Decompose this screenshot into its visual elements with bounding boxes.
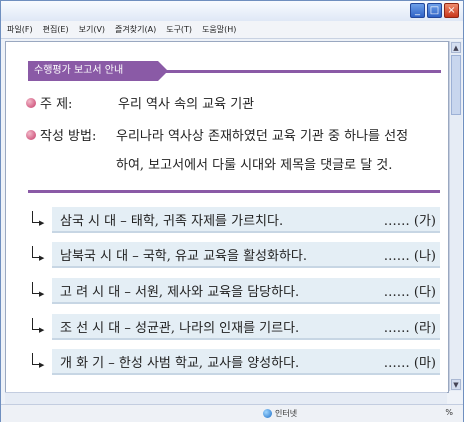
vertical-scrollbar[interactable]: ▲ ▼	[449, 41, 462, 391]
era-row: 삼국 시 대 – 태학, 귀족 자제를 가르치다. …… (가)	[52, 207, 440, 233]
globe-icon	[263, 409, 272, 418]
arrow-icon: ▶	[30, 282, 44, 298]
scroll-down-icon[interactable]: ▼	[451, 379, 461, 390]
era-tag: …… (마)	[383, 355, 436, 371]
era-row: 고 려 시 대 – 서원, 제사와 교육을 담당하다. …… (다)	[52, 278, 440, 304]
section-divider	[28, 190, 440, 193]
era-text: 남북국 시 대 – 국학, 유교 교육을 활성화하다.	[60, 248, 308, 264]
list-item: ▶ 남북국 시 대 – 국학, 유교 교육을 활성화하다. …… (나)	[30, 242, 442, 270]
scroll-thumb[interactable]	[451, 55, 461, 115]
era-text: 조 선 시 대 – 성균관, 나라의 인재를 기르다.	[60, 320, 300, 336]
era-row: 개 화 기 – 한성 사범 학교, 교사를 양성하다. …… (마)	[52, 349, 440, 375]
page-content: 수행평가 보고서 안내 주 제: 우리 역사 속의 교육 기관 작성 방법: 우…	[5, 41, 449, 393]
menu-file[interactable]: 파일(F)	[7, 24, 33, 35]
status-zone-text: 인터넷	[275, 409, 298, 418]
subject-bullet-icon	[26, 98, 36, 108]
method-bullet-icon	[26, 130, 36, 140]
zoom-control[interactable]: %	[445, 408, 453, 417]
era-tag: …… (다)	[383, 284, 436, 300]
era-row: 남북국 시 대 – 국학, 유교 교육을 활성화하다. …… (나)	[52, 242, 440, 268]
era-tag: …… (나)	[383, 248, 436, 264]
era-tag: …… (가)	[383, 213, 436, 229]
title-bar: _ □ ×	[1, 1, 463, 21]
list-item: ▶ 고 려 시 대 – 서원, 제사와 교육을 담당하다. …… (다)	[30, 278, 442, 306]
arrow-icon: ▶	[30, 246, 44, 262]
list-item: ▶ 개 화 기 – 한성 사범 학교, 교사를 양성하다. …… (마)	[30, 349, 442, 377]
status-bar: 인터넷 %	[1, 404, 463, 422]
maximize-button[interactable]: □	[427, 3, 442, 18]
menu-tools[interactable]: 도구(T)	[166, 24, 192, 35]
method-text-line1: 우리나라 역사상 존재하였던 교육 기관 중 하나를 선정	[116, 129, 409, 144]
browser-window: _ □ × 파일(F) 편집(E) 보기(V) 즐겨찾기(A) 도구(T) 도움…	[0, 0, 464, 422]
era-text: 개 화 기 – 한성 사범 학교, 교사를 양성하다.	[60, 355, 300, 371]
menu-view[interactable]: 보기(V)	[79, 24, 105, 35]
era-tag: …… (라)	[383, 320, 436, 336]
menu-favorites[interactable]: 즐겨찾기(A)	[115, 24, 156, 35]
subject-label: 주 제:	[40, 97, 73, 112]
close-button[interactable]: ×	[444, 3, 459, 18]
era-text: 삼국 시 대 – 태학, 귀족 자제를 가르치다.	[60, 213, 284, 229]
arrow-icon: ▶	[30, 211, 44, 227]
era-text: 고 려 시 대 – 서원, 제사와 교육을 담당하다.	[60, 284, 300, 300]
era-row: 조 선 시 대 – 성균관, 나라의 인재를 기르다. …… (라)	[52, 314, 440, 340]
menu-help[interactable]: 도움말(H)	[202, 24, 236, 35]
section-title: 수행평가 보고서 안내	[28, 61, 168, 81]
arrow-icon: ▶	[30, 318, 44, 334]
menu-edit[interactable]: 편집(E)	[43, 24, 69, 35]
list-item: ▶ 삼국 시 대 – 태학, 귀족 자제를 가르치다. …… (가)	[30, 207, 442, 235]
scroll-up-icon[interactable]: ▲	[451, 42, 461, 53]
title-rule	[158, 70, 441, 73]
method-label: 작성 방법:	[40, 129, 97, 144]
minimize-button[interactable]: _	[410, 3, 425, 18]
menu-bar: 파일(F) 편집(E) 보기(V) 즐겨찾기(A) 도구(T) 도움말(H)	[1, 21, 463, 39]
list-item: ▶ 조 선 시 대 – 성균관, 나라의 인재를 기르다. …… (라)	[30, 314, 442, 342]
arrow-icon: ▶	[30, 353, 44, 369]
subject-text: 우리 역사 속의 교육 기관	[118, 97, 255, 112]
horizontal-scrollbar[interactable]	[5, 392, 447, 404]
method-text-line2: 하여, 보고서에서 다룰 시대와 제목을 댓글로 달 것.	[116, 158, 393, 173]
